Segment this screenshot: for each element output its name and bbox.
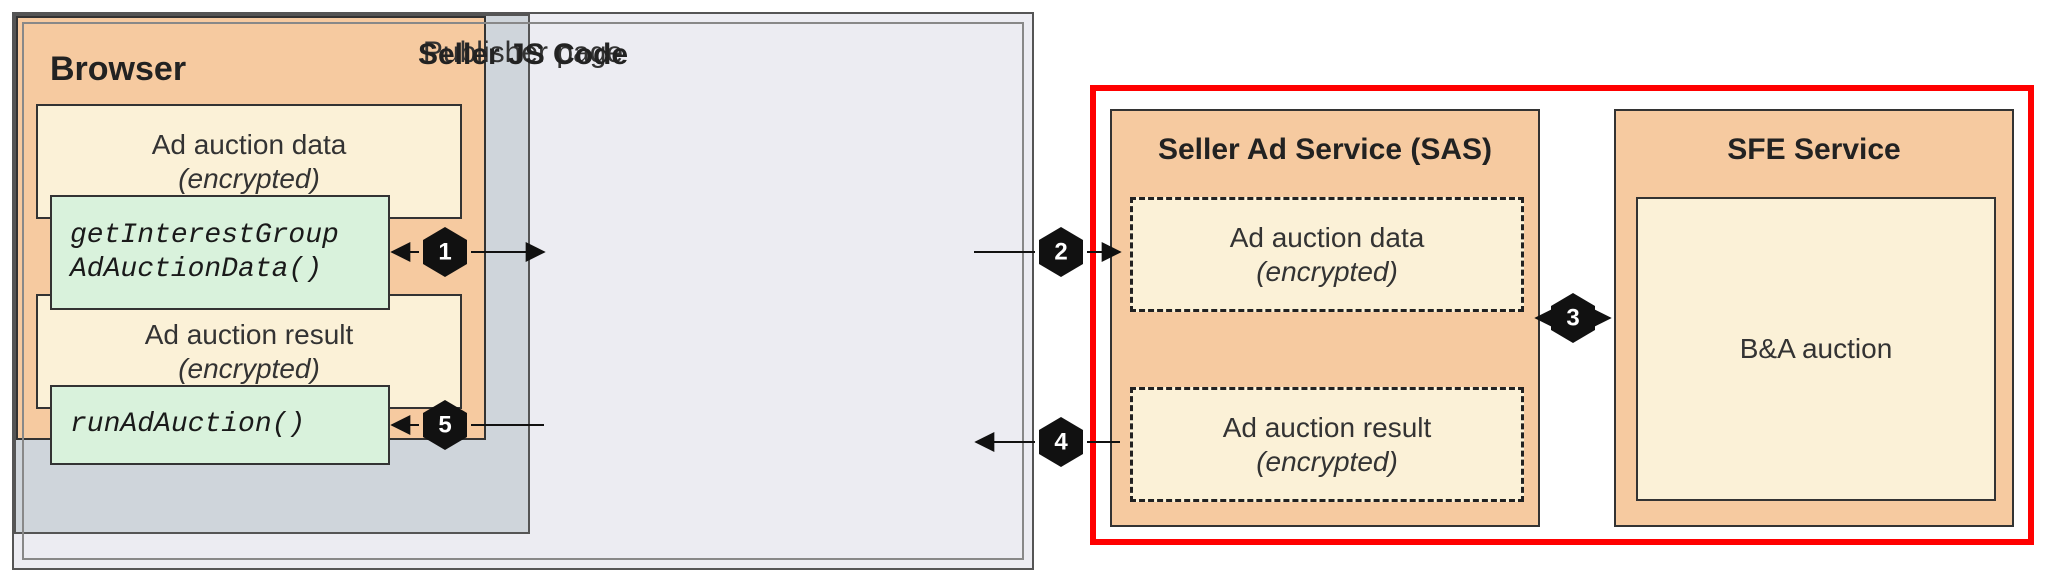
sas-title: Seller Ad Service (SAS) <box>1112 133 1538 167</box>
seller-js-auction-data-label: Ad auction data <box>152 128 347 162</box>
seller-ad-service: Seller Ad Service (SAS) Ad auction data … <box>1110 109 1540 527</box>
server-container: Seller Ad Service (SAS) Ad auction data … <box>1090 85 2034 545</box>
sfe-ba-auction-label: B&A auction <box>1740 332 1893 366</box>
seller-js-title: Seller JS Code <box>14 38 1032 72</box>
sas-auction-data: Ad auction data (encrypted) <box>1130 197 1524 312</box>
step-4-number: 4 <box>1054 429 1068 456</box>
sas-auction-result: Ad auction result (encrypted) <box>1130 387 1524 502</box>
api-run-ad-auction: runAdAuction() <box>50 385 390 465</box>
sfe-service: SFE Service B&A auction <box>1614 109 2014 527</box>
seller-js-auction-data-sub: (encrypted) <box>178 162 320 196</box>
sas-auction-result-sub: (encrypted) <box>1256 445 1398 479</box>
seller-js-auction-result-sub: (encrypted) <box>178 352 320 386</box>
api-run-ad-auction-label: runAdAuction() <box>70 408 305 442</box>
step-2-number: 2 <box>1054 239 1067 266</box>
sas-auction-data-sub: (encrypted) <box>1256 255 1398 289</box>
seller-js-auction-result-label: Ad auction result <box>145 318 354 352</box>
diagram-stage: Browser Publisher page Seller JS Code Ad… <box>0 0 2048 583</box>
sfe-title: SFE Service <box>1616 133 2012 167</box>
api-get-interest-group: getInterestGroup AdAuctionData() <box>50 195 390 310</box>
sas-auction-result-label: Ad auction result <box>1223 411 1432 445</box>
sas-auction-data-label: Ad auction data <box>1230 221 1425 255</box>
sfe-ba-auction: B&A auction <box>1636 197 1996 501</box>
api-get-interest-group-label: getInterestGroup AdAuctionData() <box>70 219 339 286</box>
